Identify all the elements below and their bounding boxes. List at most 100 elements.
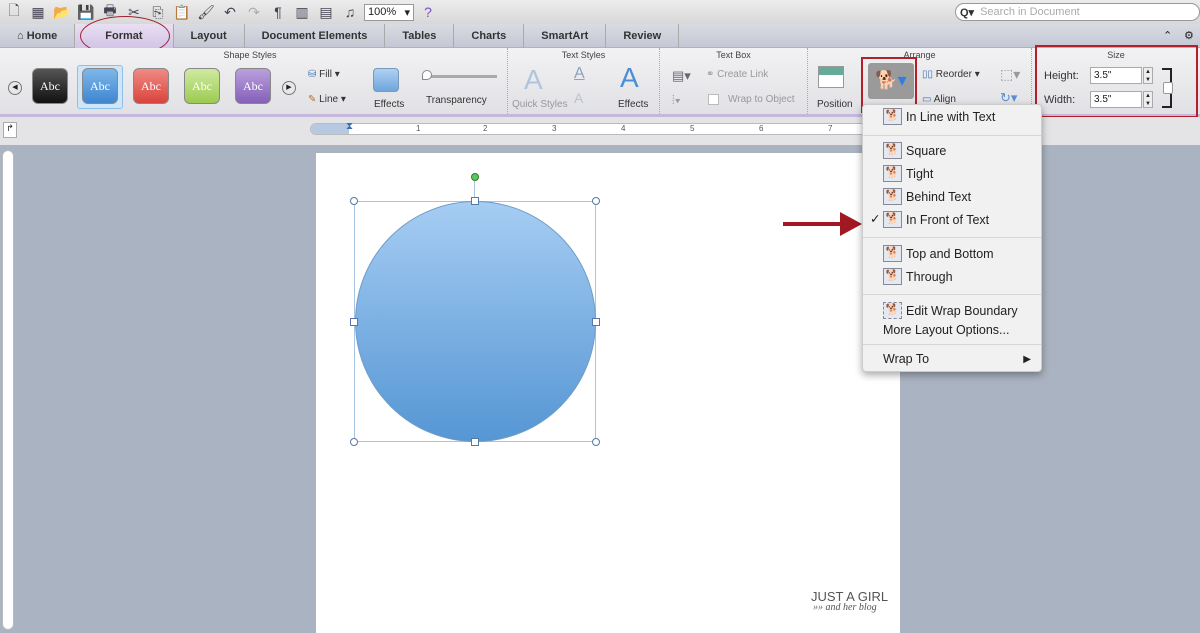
scroll-right-button[interactable]: ▶ xyxy=(282,81,296,95)
tab-smartart[interactable]: SmartArt xyxy=(524,23,607,48)
position-icon[interactable] xyxy=(818,66,844,88)
style-swatch-green[interactable]: Abc xyxy=(184,68,220,104)
scroll-left-button[interactable]: ◀ xyxy=(8,81,22,95)
menu-item-tight[interactable]: 🐕 Tight xyxy=(883,165,933,182)
save-icon[interactable]: 💾 xyxy=(76,3,96,21)
indent-marker[interactable]: ⧗ xyxy=(346,121,353,132)
menu-item-in-line-with-text[interactable]: 🐕 In Line with Text xyxy=(883,108,995,125)
line-button[interactable]: ✎ Line ▾ xyxy=(308,94,346,105)
format-painter-icon[interactable]: 🖌 xyxy=(196,3,216,21)
transparency-slider[interactable] xyxy=(425,75,497,78)
wrap-inline-icon: 🐕 xyxy=(883,108,902,125)
copy-icon[interactable]: ⎘ xyxy=(148,3,168,21)
create-link-button[interactable]: ⚭ Create Link xyxy=(706,69,768,80)
menu-item-through[interactable]: 🐕 Through xyxy=(883,268,953,285)
red-arrow-annotation xyxy=(783,222,843,226)
sidebar-icon[interactable]: ▥ xyxy=(292,3,312,21)
size-group-highlight xyxy=(1035,45,1198,118)
menu-item-top-and-bottom[interactable]: 🐕 Top and Bottom xyxy=(883,245,994,262)
wrap-to-object-label: Wrap to Object xyxy=(728,94,795,105)
wrap-behind-icon: 🐕 xyxy=(883,188,902,205)
menu-item-wrap-to[interactable]: Wrap To ▶ xyxy=(883,352,1031,366)
wrap-to-object-checkbox[interactable] xyxy=(708,94,719,105)
reorder-label: Reorder xyxy=(935,69,972,80)
group-icon[interactable]: ⬚▾ xyxy=(1000,66,1020,83)
reorder-button[interactable]: ▯▯ Reorder ▾ xyxy=(922,69,980,80)
submenu-arrow-icon: ▶ xyxy=(1023,353,1031,365)
tab-layout[interactable]: Layout xyxy=(174,23,245,48)
menu-item-label: In Line with Text xyxy=(906,109,996,124)
red-arrow-head xyxy=(840,212,862,236)
tab-review[interactable]: Review xyxy=(606,23,680,48)
wrap-tight-icon: 🐕 xyxy=(883,165,902,182)
view-icon[interactable]: ▤ xyxy=(316,3,336,21)
link-icon: ⚭ xyxy=(706,69,718,80)
transparency-thumb[interactable] xyxy=(422,70,432,80)
tab-document-elements[interactable]: Document Elements xyxy=(245,23,386,48)
fill-button[interactable]: ⛁ Fill ▾ xyxy=(308,69,340,80)
tab-label: Home xyxy=(26,29,58,42)
gear-icon[interactable]: ⚙ xyxy=(1184,29,1194,42)
text-effects-icon[interactable]: A xyxy=(620,62,639,94)
chevrons-icon: »» xyxy=(813,602,826,613)
style-swatch-black[interactable]: Abc xyxy=(32,68,68,104)
new-icon[interactable]: 🗋 xyxy=(4,2,24,21)
ruler-mark: 3 xyxy=(552,124,557,133)
horizontal-ruler[interactable]: ⧗ 1 2 3 4 5 6 7 xyxy=(310,121,900,135)
menu-item-square[interactable]: 🐕 Square xyxy=(883,142,946,159)
menu-item-label: Square xyxy=(906,143,947,158)
circle-shape[interactable] xyxy=(355,201,596,442)
search-input[interactable]: Q▾ Search in Document xyxy=(955,3,1200,21)
style-swatch-purple[interactable]: Abc xyxy=(235,68,271,104)
wrap-text-menu: 🐕 In Line with Text 🐕 Square 🐕 Tight 🐕 Behin… xyxy=(862,104,1042,372)
effects-swatch[interactable] xyxy=(373,68,399,92)
fill-bucket-icon: ⛁ xyxy=(308,69,320,80)
fill-label: Fill xyxy=(319,69,332,80)
text-fill-icon[interactable]: A xyxy=(574,65,585,83)
vertical-ruler[interactable] xyxy=(2,150,14,630)
group-title: Shape Styles xyxy=(223,50,277,60)
help-icon[interactable]: ? xyxy=(418,3,438,21)
media-icon[interactable]: ♫ xyxy=(340,3,360,21)
ruler-mark: 7 xyxy=(828,124,833,133)
redo-icon[interactable]: ↷ xyxy=(244,3,264,21)
gallery-icon[interactable]: ▦ xyxy=(28,3,48,21)
tab-home[interactable]: ⌂ Home xyxy=(0,23,76,48)
zoom-value: 100% xyxy=(368,5,397,18)
line-label: Line xyxy=(319,94,339,105)
menu-item-more-layout-options[interactable]: More Layout Options... xyxy=(883,323,1009,337)
quick-styles-button[interactable]: Quick Styles xyxy=(512,99,568,110)
menu-item-label: Behind Text xyxy=(906,189,972,204)
open-icon[interactable]: 📂 xyxy=(52,3,72,21)
rotation-handle[interactable] xyxy=(471,173,479,181)
zoom-select[interactable]: 100% ▾ xyxy=(364,3,414,21)
menu-item-label: Wrap To xyxy=(883,352,930,366)
menu-item-label: More Layout Options... xyxy=(883,323,1010,337)
style-swatch-red[interactable]: Abc xyxy=(133,68,169,104)
paste-icon[interactable]: 📋 xyxy=(172,3,192,21)
effects-label: Effects xyxy=(374,99,405,110)
text-direction-icon[interactable]: ▤▾ xyxy=(672,68,691,84)
menu-item-label: Edit Wrap Boundary xyxy=(906,303,1018,318)
menu-item-behind-text[interactable]: 🐕 Behind Text xyxy=(883,188,971,205)
text-styles-group: Text Styles A Quick Styles A A A Effects xyxy=(508,48,660,114)
text-align-icon[interactable]: ⦙▾ xyxy=(672,93,681,108)
group-title: Text Styles xyxy=(561,50,606,60)
menu-item-in-front-of-text[interactable]: 🐕 In Front of Text xyxy=(883,211,989,228)
align-button[interactable]: ▭ Align xyxy=(922,94,956,104)
tab-charts[interactable]: Charts xyxy=(454,23,525,48)
checkmark-icon: ✓ xyxy=(870,212,881,226)
text-box-group: Text Box ▤▾ ⦙▾ ⚭ Create Link Wrap to Obj… xyxy=(660,48,808,114)
undo-icon[interactable]: ↶ xyxy=(220,3,240,21)
ruler-mark: 6 xyxy=(759,124,764,133)
group-title: Text Box xyxy=(716,50,751,60)
menu-item-edit-wrap-boundary[interactable]: 🐕 Edit Wrap Boundary xyxy=(883,302,1018,319)
text-line-icon[interactable]: A xyxy=(574,90,583,106)
align-label: Align xyxy=(933,94,956,104)
collapse-ribbon-icon[interactable]: ⌃ xyxy=(1163,29,1172,42)
position-label: Position xyxy=(817,99,853,110)
tab-tables[interactable]: Tables xyxy=(385,23,455,48)
pilcrow-icon[interactable]: ¶ xyxy=(268,3,288,21)
tab-stop-selector[interactable]: ↱ xyxy=(3,122,17,138)
style-swatch-blue[interactable]: Abc xyxy=(82,68,118,104)
